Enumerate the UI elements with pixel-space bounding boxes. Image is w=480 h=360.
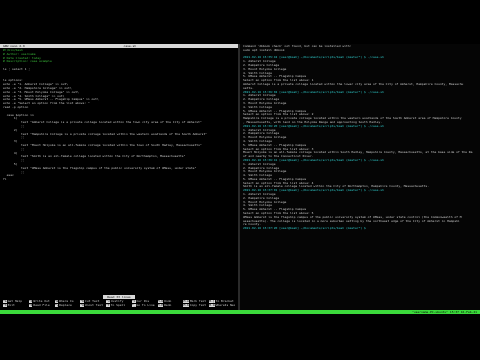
shortcut-item: ^_Go To Line [131,303,158,308]
shortcut-label: Cut Text [84,299,100,303]
shortcut-key: M-] [209,299,215,303]
shortcut-key: ^K [80,299,84,303]
shortcut-item: M-ERedo [157,303,184,308]
code-line: fi [3,178,7,182]
shortcut-label: Exit [7,303,15,307]
code-line: text "Hampshire College is a private col… [3,132,208,136]
shortcut-item: ^\Replace [54,303,81,308]
shortcut-key: M-A [183,299,189,303]
shortcut-key: M-6 [183,303,189,307]
nano-filename: case.sh [123,44,137,48]
shortcut-key: ^G [3,299,7,303]
shortcut-label: Get Help [7,299,23,303]
shortcut-key: ^T [106,303,110,307]
nano-editor-pane[interactable]: GNU nano 2.9 case.sh #!/bin/bash # Author… [0,44,238,314]
shortcut-label: Mark Text [189,299,207,303]
shortcut-key: ^W [54,299,59,303]
shortcut-label: Replace [59,303,72,307]
nano-shortcut-list: ^GGet Help ^OWrite Out ^WWhere Is ^KCut Tex… [0,299,238,308]
shortcut-label: Uncut Text [84,303,104,307]
shortcut-key: ^J [106,299,110,303]
shortcut-label: To Spell [110,303,126,307]
nano-version: GNU nano 2.9 [3,44,25,48]
shortcut-label: Read File [33,303,50,307]
shortcut-item: M-WWhereIs Next [209,303,235,308]
shortcut-key: M-W [209,303,215,307]
shortcut-key: M-U [157,299,164,303]
terminal-prompt-line: 2021-02-16 15:37:20 [user@bash] ~/Docume… [243,227,368,231]
code-line: text "Amherst College is a private colle… [3,121,202,125]
desktop-screen: GNU nano 2.9 case.sh #!/bin/bash # Author… [0,44,480,314]
shortcut-key: ^C [131,299,136,303]
code-line: text "Mount Holyoke is an all-female col… [3,143,202,147]
tmux-status-right: "username-PC-ubuntu" 15:37 16-Feb-21 [411,310,477,314]
shortcut-item: ^TTo Spell [106,303,132,308]
shortcut-label: To Bracket [215,299,234,303]
terminal-line: Amherst College is a private college loc… [243,82,464,86]
shortcut-item: ^RRead File [28,303,55,308]
shortcut-key: ^R [28,303,33,307]
shortcut-label: WhereIs Next [215,303,235,307]
shortcut-key: ^O [28,299,33,303]
shortcut-key: ^_ [131,303,136,307]
shortcut-key: ^\ [54,303,59,307]
code-editor-area[interactable]: #!/bin/bash # Author: username # Date Crea… [0,48,238,183]
shortcut-key: ^X [3,303,7,307]
shortcut-item: M-6Copy Text [183,303,209,308]
shortcut-label: Justify [110,299,124,303]
terminal-line: assachusetts). The college is located in… [243,219,460,223]
shortcut-label: Cur Pos [136,299,150,303]
shortcut-item: ^UUncut Text [80,303,106,308]
shortcut-label: Go To Line [136,303,155,307]
terminal-output[interactable]: Command 'dbbook check' not found, but ca… [240,44,480,232]
shortcut-key: M-E [157,303,164,307]
shortcut-label: Undo [164,299,172,303]
shortcut-label: Where Is [59,299,74,303]
shortcut-key: ^U [80,303,84,307]
shortcut-label: Redo [164,303,172,307]
shortcut-label: Copy Text [189,303,207,307]
tmux-status-bar: "username-PC-ubuntu" 15:37 16-Feb-21 [0,310,480,314]
terminal-pane[interactable]: Command 'dbbook check' not found, but ca… [240,44,480,314]
shortcut-item: ^XExit [3,303,29,308]
shortcut-label: Write Out [33,299,50,303]
